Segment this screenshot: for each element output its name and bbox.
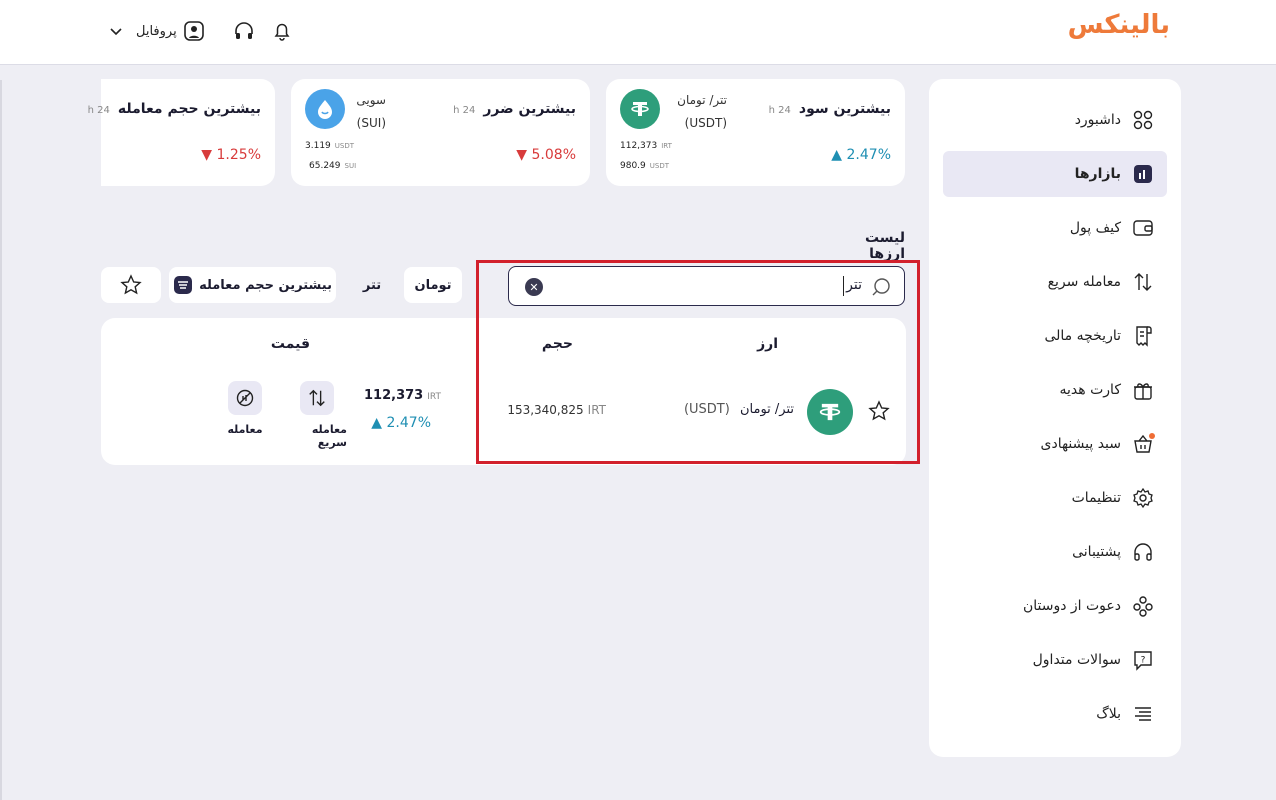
gear-icon (1131, 486, 1155, 510)
sidebar-item-dashboard[interactable]: داشبورد (943, 97, 1167, 143)
card-top-loser[interactable]: بیشترین ضرر24 h ▼ 5.08% سویی (SUI) 3.119… (291, 79, 590, 186)
sidebar-item-label: سوالات متداول (1032, 652, 1121, 668)
users-icon (1131, 594, 1155, 618)
coin-symbol: (USDT) (684, 116, 727, 130)
dashboard-icon (1131, 108, 1155, 132)
coin-price: 112,373 IRT (620, 141, 672, 151)
notifications-button[interactable] (269, 18, 295, 44)
coin-symbol: (SUI) (356, 116, 386, 130)
sidebar-item-gift-card[interactable]: کارت هدیه (943, 367, 1167, 413)
card-top-volume[interactable]: بیشترین حجم معامله24 h ▼ 1.25% (88, 79, 275, 186)
sidebar-item-markets[interactable]: بازارها (943, 151, 1167, 197)
gift-icon (1131, 378, 1155, 402)
column-header-price: قیمت (270, 336, 310, 352)
section-title: لیست ارزها (864, 230, 905, 262)
star-icon (120, 274, 142, 295)
sidebar-item-label: پشتیبانی (1072, 544, 1121, 560)
tether-icon (620, 89, 660, 129)
card-title: بیشترین ضرر24 h (453, 101, 576, 117)
quick-trade-button[interactable]: معامله سریع (287, 381, 347, 449)
sidebar-item-label: داشبورد (1074, 112, 1121, 128)
swap-icon (309, 389, 325, 407)
coin-volume: 65.249 SUI (309, 161, 357, 171)
sidebar-item-basket[interactable]: سبد پیشنهادی (943, 421, 1167, 467)
sort-dropdown[interactable]: بیشترین حجم معامله (169, 267, 336, 303)
sidebar-item-label: دعوت از دوستان (1022, 598, 1121, 614)
chart-icon (1131, 162, 1155, 186)
coin-name: تتر/ تومان (677, 93, 727, 107)
sidebar: داشبورد بازارها کیف پول معامله سریع تاری… (832, 79, 1181, 757)
highlight-box (476, 260, 920, 464)
sidebar-item-label: تنظیمات (1071, 490, 1121, 506)
brand-logo[interactable]: بالینکس (1068, 10, 1170, 40)
notification-dot (1149, 433, 1155, 439)
sidebar-item-label: تاریخچه مالی (1044, 328, 1121, 344)
top-bar: بالینکس پروفایل (0, 0, 1276, 65)
receipt-icon (1131, 324, 1155, 348)
card-title: بیشترین سود24 h (768, 101, 891, 117)
card-top-gainer[interactable]: بیشترین سود24 h ▲ 2.47% تتر/ تومان (USDT… (606, 79, 905, 186)
support-button[interactable] (231, 18, 257, 44)
coin-name: سویی (356, 93, 386, 107)
profile-label: پروفایل (136, 23, 177, 39)
trade-button[interactable]: معامله (215, 381, 275, 436)
sidebar-item-label: معامله سریع (1047, 274, 1121, 290)
sidebar-item-faq[interactable]: ? سوالات متداول (943, 637, 1167, 683)
sidebar-item-wallet[interactable]: کیف پول (943, 205, 1167, 251)
sidebar-item-history[interactable]: تاریخچه مالی (832, 313, 1167, 359)
header-actions: پروفایل (108, 18, 295, 44)
sidebar-item-label: بازارها (1074, 166, 1121, 182)
card-period: 24 h (768, 105, 791, 116)
card-change: ▲ 2.47% (831, 147, 891, 163)
svg-text:?: ? (1141, 656, 1146, 666)
card-period: 24 h (87, 105, 110, 116)
headphones-icon (1131, 540, 1155, 564)
wallet-icon (1131, 216, 1155, 240)
sidebar-item-settings[interactable]: تنظیمات (943, 475, 1167, 521)
sidebar-item-label: بلاگ (1096, 706, 1121, 722)
question-icon: ? (1131, 648, 1155, 672)
bell-icon (274, 23, 290, 41)
card-period: 24 h (453, 105, 476, 116)
card-title: بیشترین حجم معامله24 h (87, 101, 261, 117)
basket-icon (1131, 432, 1155, 456)
menu-icon (1131, 702, 1155, 726)
sidebar-item-label: کیف پول (1069, 220, 1121, 236)
trade-disabled-icon (236, 389, 254, 407)
sidebar-item-quick-trade[interactable]: معامله سریع (943, 259, 1167, 305)
sidebar-item-label: سبد پیشنهادی (1040, 436, 1122, 452)
pair-change: ▲ 2.47% (371, 415, 431, 431)
favorites-filter[interactable] (101, 267, 161, 303)
sidebar-item-label: کارت هدیه (1059, 382, 1121, 398)
profile-menu[interactable]: پروفایل (108, 20, 205, 42)
coin-volume: 980.9 USDT (620, 161, 669, 171)
headphones-icon (234, 22, 253, 39)
sort-icon (174, 276, 193, 294)
page-edge (0, 80, 2, 800)
sidebar-item-support[interactable]: پشتیبانی (943, 529, 1167, 575)
filter-tether[interactable]: تتر (344, 267, 400, 303)
sidebar-item-blog[interactable]: بلاگ (943, 691, 1167, 737)
pair-price: 112,373 IRT (364, 388, 441, 403)
filter-toman[interactable]: تومان (404, 267, 462, 303)
coin-price: 3.119 USDT (305, 141, 354, 151)
swap-icon (1131, 270, 1155, 294)
card-change: ▼ 1.25% (201, 147, 261, 163)
sidebar-item-invite[interactable]: دعوت از دوستان (943, 583, 1167, 629)
sui-icon (305, 89, 345, 129)
chevron-down-icon (110, 28, 122, 36)
user-icon (183, 21, 204, 41)
card-change: ▼ 5.08% (516, 147, 576, 163)
